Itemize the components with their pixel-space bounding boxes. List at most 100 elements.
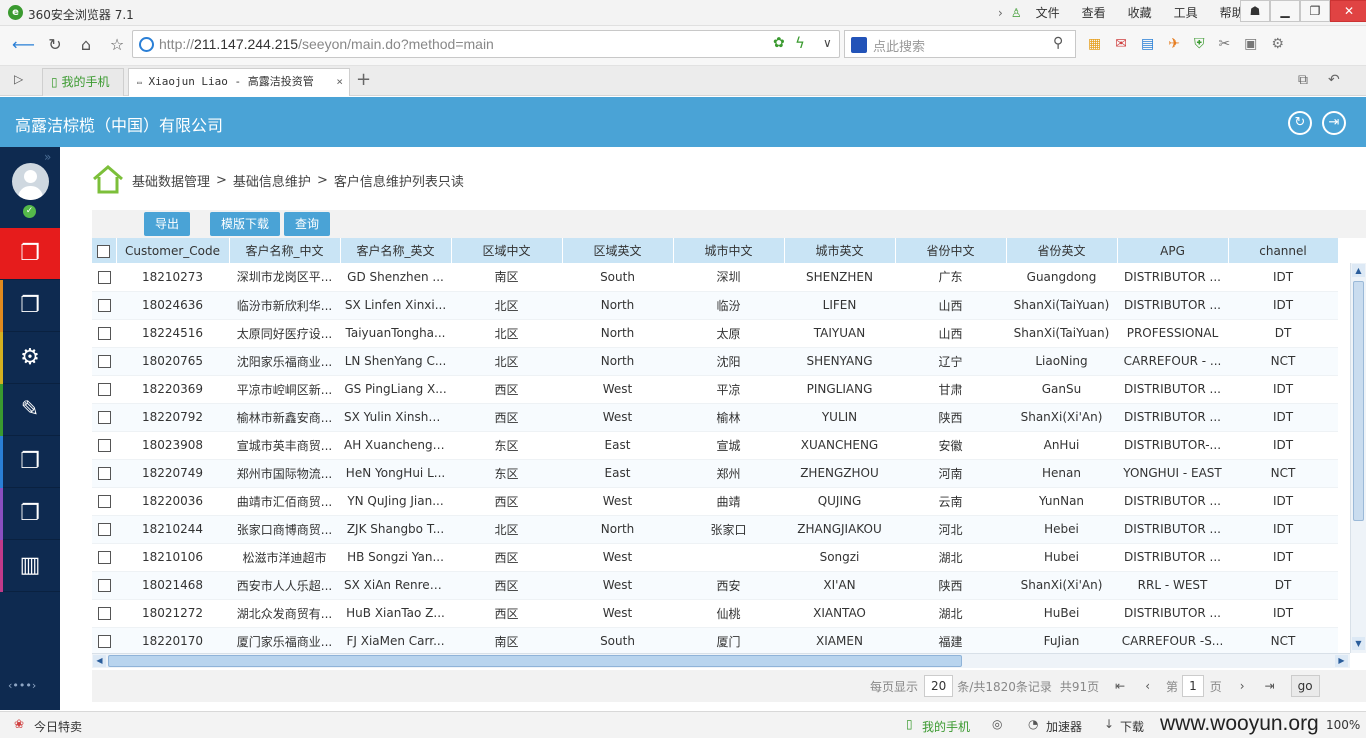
- column-header[interactable]: APG: [1117, 238, 1229, 263]
- row-checkbox[interactable]: [97, 299, 111, 312]
- sidebar-item-files[interactable]: ❐: [0, 280, 60, 332]
- search-icon[interactable]: ⚲: [1053, 35, 1063, 51]
- sidebar-toggle-icon[interactable]: ▷: [14, 72, 23, 86]
- column-header[interactable]: channel: [1228, 238, 1339, 263]
- home-icon[interactable]: ⌂: [75, 34, 97, 56]
- chevron-right-icon[interactable]: ›: [998, 6, 1003, 20]
- refresh-circle-icon[interactable]: ↻: [1288, 111, 1312, 135]
- favorite-star-icon[interactable]: ☆: [106, 34, 128, 56]
- new-tab-button[interactable]: +: [356, 69, 371, 90]
- download-link[interactable]: 下载: [1120, 718, 1144, 735]
- flight-icon[interactable]: ✈: [1168, 36, 1180, 52]
- vertical-scrollbar[interactable]: ▲ ▼: [1350, 263, 1366, 653]
- table-row[interactable]: 18210244 张家口商博商贸... ZJK Shangbo T... 北区 Nort…: [92, 515, 1338, 544]
- menu-file[interactable]: 文件: [1036, 4, 1060, 21]
- home-icon[interactable]: [92, 165, 124, 195]
- table-row[interactable]: 18220749 郑州市国际物流... HeN YongHui L... 东区 East…: [92, 459, 1338, 488]
- table-row[interactable]: 18024636 临汾市新欣利华... SX Linfen Xinxi... 北区 No…: [92, 291, 1338, 320]
- select-all-checkbox[interactable]: [97, 244, 111, 258]
- row-checkbox[interactable]: [97, 439, 111, 452]
- column-header[interactable]: 区域中文: [451, 238, 563, 263]
- user-icon[interactable]: ♙: [1011, 6, 1022, 20]
- sidebar-more-icon[interactable]: ‹•••›: [8, 679, 36, 692]
- accelerator-link[interactable]: 加速器: [1046, 718, 1082, 735]
- dropdown-chevron-icon[interactable]: ∨: [823, 36, 832, 50]
- row-checkbox[interactable]: [97, 355, 111, 368]
- horizontal-scrollbar[interactable]: ◀ ▶: [92, 653, 1350, 668]
- compat-mode-icon[interactable]: ✿: [773, 35, 785, 51]
- row-checkbox[interactable]: [97, 327, 111, 340]
- close-button[interactable]: ✕: [1330, 0, 1366, 22]
- query-button[interactable]: 查询: [284, 212, 330, 236]
- row-checkbox[interactable]: [97, 523, 111, 536]
- restore-tabs-icon[interactable]: ⧉: [1298, 72, 1308, 88]
- expand-sidebar-icon[interactable]: »: [44, 150, 51, 164]
- mail-icon[interactable]: ✉: [1115, 36, 1127, 52]
- horizontal-scroll-thumb[interactable]: [108, 655, 962, 667]
- table-row[interactable]: 18220036 曲靖市汇佰商贸... YN QuJing Jian... 西区 Wes…: [92, 487, 1338, 516]
- table-row[interactable]: 18210106 松滋市洋迪超市 HB Songzi Yan... 西区 West Son…: [92, 543, 1338, 572]
- avatar[interactable]: [12, 163, 49, 200]
- daily-deals-link[interactable]: 今日特卖: [34, 718, 82, 735]
- table-row[interactable]: 18021468 西安市人人乐超... SX XiAn Renrenle 西区 West…: [92, 571, 1338, 600]
- tab-active-page[interactable]: ▭ Xiaojun Liao - 高露洁投资管 ×: [128, 68, 350, 96]
- per-page-input[interactable]: 20: [924, 675, 954, 697]
- shield-icon[interactable]: ⛨: [1194, 36, 1205, 52]
- scroll-left-icon[interactable]: ◀: [93, 655, 106, 667]
- table-row[interactable]: 18023908 宣城市英丰商贸... AH Xuancheng ... 东区 East…: [92, 431, 1338, 460]
- table-row[interactable]: 18220369 平凉市崆峒区新... GS PingLiang X... 西区 Wes…: [92, 375, 1338, 404]
- undo-close-icon[interactable]: ↶: [1328, 72, 1340, 88]
- table-row[interactable]: 18021272 湖北众发商贸有... HuB XianTao Z... 西区 West…: [92, 599, 1338, 628]
- first-page-icon[interactable]: ⇤: [1115, 679, 1125, 693]
- calendar-icon[interactable]: ▤: [1141, 36, 1154, 52]
- table-row[interactable]: 18210273 深圳市龙岗区平... GD Shenzhen ... 南区 South…: [92, 263, 1338, 292]
- menu-favorites[interactable]: 收藏: [1128, 4, 1152, 21]
- url-bar[interactable]: http://211.147.244.215/seeyon/main.do?me…: [132, 30, 840, 58]
- column-header[interactable]: 城市中文: [673, 238, 785, 263]
- last-page-icon[interactable]: ⇥: [1265, 679, 1275, 693]
- sidebar-item-documents-active[interactable]: ❐: [0, 228, 60, 280]
- column-header[interactable]: 城市英文: [784, 238, 896, 263]
- row-checkbox[interactable]: [97, 411, 111, 424]
- scroll-down-icon[interactable]: ▼: [1352, 637, 1365, 650]
- table-row[interactable]: 18220792 榆林市新鑫安商... SX Yulin Xinshe... 西区 We…: [92, 403, 1338, 432]
- table-row[interactable]: 18224516 太原同好医疗设... TaiyuanTongha... 北区 Nort…: [92, 319, 1338, 348]
- scroll-right-icon[interactable]: ▶: [1335, 655, 1348, 667]
- menu-tools[interactable]: 工具: [1174, 4, 1198, 21]
- image-icon[interactable]: ▣: [1244, 36, 1257, 52]
- template-download-button[interactable]: 模版下载: [210, 212, 280, 236]
- column-header[interactable]: Customer_Code: [116, 238, 230, 263]
- settings-icon[interactable]: ⚙: [1271, 36, 1284, 52]
- sidebar-item-copies[interactable]: ❐: [0, 488, 60, 540]
- close-tab-icon[interactable]: ×: [336, 69, 343, 95]
- breadcrumb-level1[interactable]: 基础数据管理: [132, 171, 210, 190]
- sidebar-item-pages[interactable]: ❐: [0, 436, 60, 488]
- minimize-button[interactable]: ▁: [1270, 0, 1300, 22]
- column-header[interactable]: 省份英文: [1006, 238, 1118, 263]
- go-button[interactable]: go: [1290, 675, 1320, 697]
- next-page-icon[interactable]: ›: [1240, 679, 1245, 693]
- app-grid-icon[interactable]: ▦: [1088, 36, 1101, 52]
- menu-view[interactable]: 查看: [1082, 4, 1106, 21]
- zoom-level[interactable]: 100%: [1326, 718, 1360, 732]
- page-number-input[interactable]: 1: [1182, 675, 1204, 697]
- column-header[interactable]: 客户名称_中文: [229, 238, 341, 263]
- breadcrumb-level2[interactable]: 基础信息维护: [233, 171, 311, 190]
- sidebar-item-settings[interactable]: ⚙: [0, 332, 60, 384]
- skin-icon[interactable]: ☗: [1240, 0, 1270, 22]
- column-header[interactable]: 省份中文: [895, 238, 1007, 263]
- tab-my-phone[interactable]: ▯ 我的手机: [42, 68, 124, 96]
- my-phone-link[interactable]: 我的手机: [922, 718, 970, 735]
- table-row[interactable]: 18220170 厦门家乐福商业... FJ XiaMen Carr... 南区 Sou…: [92, 627, 1338, 656]
- column-header[interactable]: 区域英文: [562, 238, 674, 263]
- row-checkbox[interactable]: [97, 551, 111, 564]
- network-icon[interactable]: ◎: [992, 717, 1002, 731]
- sidebar-item-edit[interactable]: ✎: [0, 384, 60, 436]
- screenshot-icon[interactable]: ✂: [1218, 36, 1230, 52]
- maximize-button[interactable]: ❐: [1300, 0, 1330, 22]
- speed-mode-icon[interactable]: ϟ: [795, 34, 805, 52]
- row-checkbox[interactable]: [97, 383, 111, 396]
- row-checkbox[interactable]: [97, 467, 111, 480]
- row-checkbox[interactable]: [97, 607, 111, 620]
- column-header[interactable]: 客户名称_英文: [340, 238, 452, 263]
